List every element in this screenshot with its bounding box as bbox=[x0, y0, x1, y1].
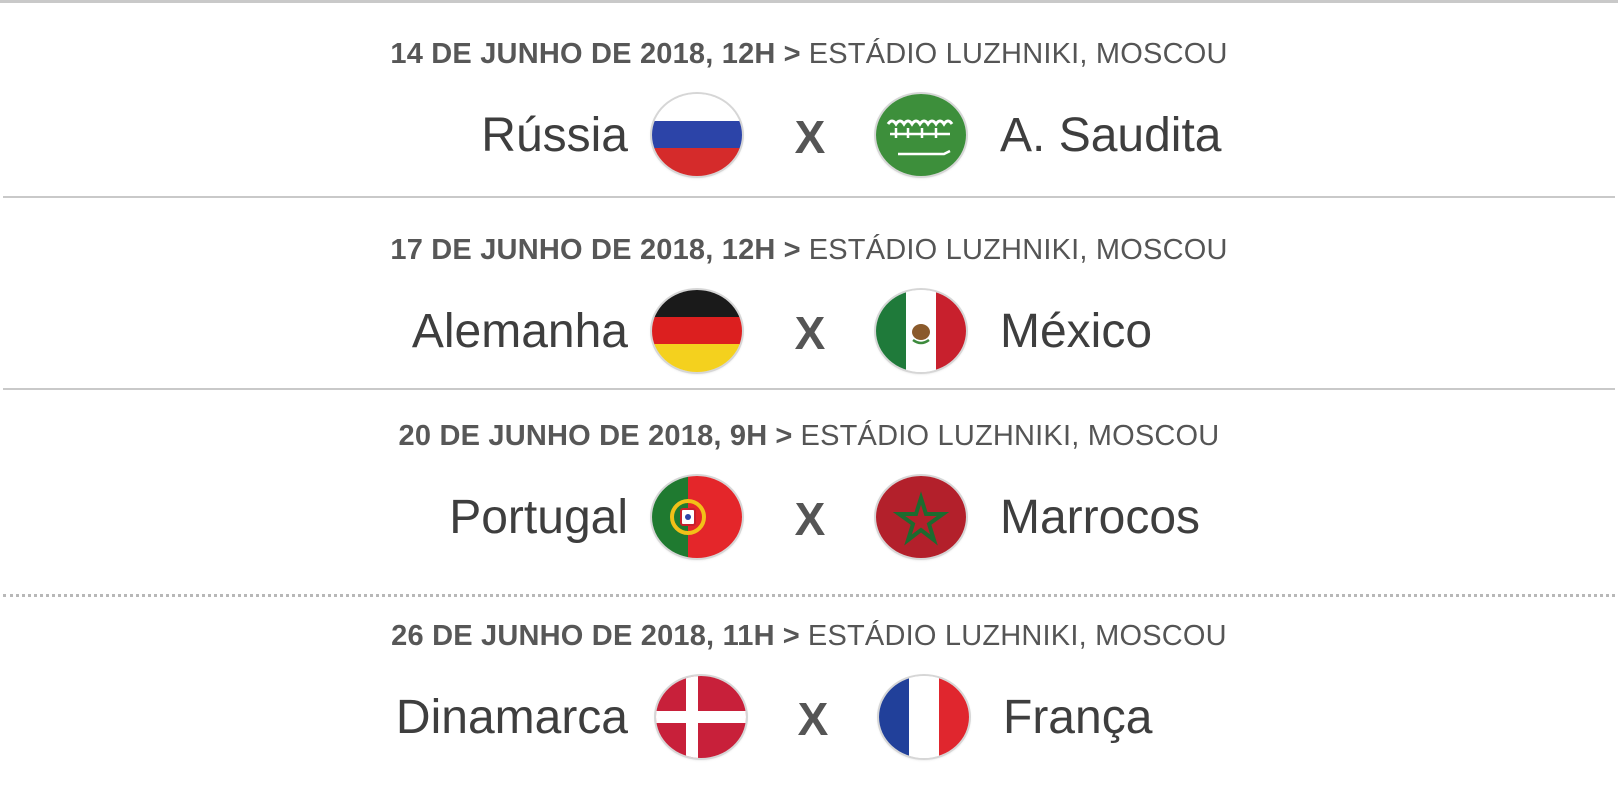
germany-flag-icon bbox=[652, 290, 742, 372]
match-info: 14 DE JUNHO DE 2018, 12H > ESTÁDIO LUZHNIK… bbox=[0, 38, 1618, 71]
match-item[interactable]: 14 DE JUNHO DE 2018, 12H > ESTÁDIO LUZHNIK… bbox=[0, 0, 1618, 200]
match-venue: ESTÁDIO LUZHNIKI, MOSCOU bbox=[808, 234, 1228, 266]
versus-label: X bbox=[794, 307, 826, 359]
match-date: 17 DE JUNHO DE 2018, 12H bbox=[390, 234, 776, 266]
home-team-name: Alemanha bbox=[411, 305, 628, 358]
match-separator: > bbox=[783, 234, 801, 266]
match-date: 26 DE JUNHO DE 2018, 11H bbox=[391, 620, 775, 652]
match-info: 26 DE JUNHO DE 2018, 11H > ESTÁDIO LUZHNIK… bbox=[0, 620, 1618, 653]
portugal-flag-icon bbox=[652, 476, 742, 558]
home-team-name: Rússia bbox=[481, 109, 628, 162]
away-team-name: México bbox=[1000, 305, 1153, 358]
mexico-flag-icon bbox=[876, 290, 966, 372]
away-team-name: A. Saudita bbox=[1000, 109, 1222, 162]
match-divider bbox=[3, 594, 1615, 597]
match-date: 20 DE JUNHO DE 2018, 9H bbox=[398, 420, 768, 452]
match-separator: > bbox=[782, 620, 800, 652]
versus-label: X bbox=[794, 493, 826, 545]
away-team-name: França bbox=[1003, 691, 1153, 744]
home-team-name: Portugal bbox=[449, 491, 628, 544]
match-venue: ESTÁDIO LUZHNIKI, MOSCOU bbox=[800, 420, 1220, 452]
match-item[interactable]: 17 DE JUNHO DE 2018, 12H > ESTÁDIO LUZHNIK… bbox=[0, 198, 1618, 390]
match-venue: ESTÁDIO LUZHNIKI, MOSCOU bbox=[808, 38, 1228, 70]
denmark-flag-icon bbox=[656, 676, 746, 758]
morocco-flag-icon bbox=[876, 476, 966, 558]
match-venue: ESTÁDIO LUZHNIKI, MOSCOU bbox=[807, 620, 1227, 652]
france-flag-icon bbox=[879, 676, 969, 758]
match-item[interactable]: 26 DE JUNHO DE 2018, 11H > ESTÁDIO LUZHNIK… bbox=[0, 600, 1618, 803]
away-team-name: Marrocos bbox=[1000, 491, 1201, 544]
saudi-arabia-flag-icon bbox=[876, 94, 966, 176]
match-info: 20 DE JUNHO DE 2018, 9H > ESTÁDIO LUZHNIKI… bbox=[0, 420, 1618, 453]
versus-label: X bbox=[797, 693, 829, 745]
match-info: 17 DE JUNHO DE 2018, 12H > ESTÁDIO LUZHNIK… bbox=[0, 234, 1618, 267]
match-separator: > bbox=[775, 420, 793, 452]
versus-label: X bbox=[794, 111, 826, 163]
match-date: 14 DE JUNHO DE 2018, 12H bbox=[390, 38, 776, 70]
match-separator: > bbox=[783, 38, 801, 70]
russia-flag-icon bbox=[652, 94, 742, 176]
match-item[interactable]: 20 DE JUNHO DE 2018, 9H > ESTÁDIO LUZHNIKI… bbox=[0, 390, 1618, 592]
home-team-name: Dinamarca bbox=[395, 691, 628, 744]
